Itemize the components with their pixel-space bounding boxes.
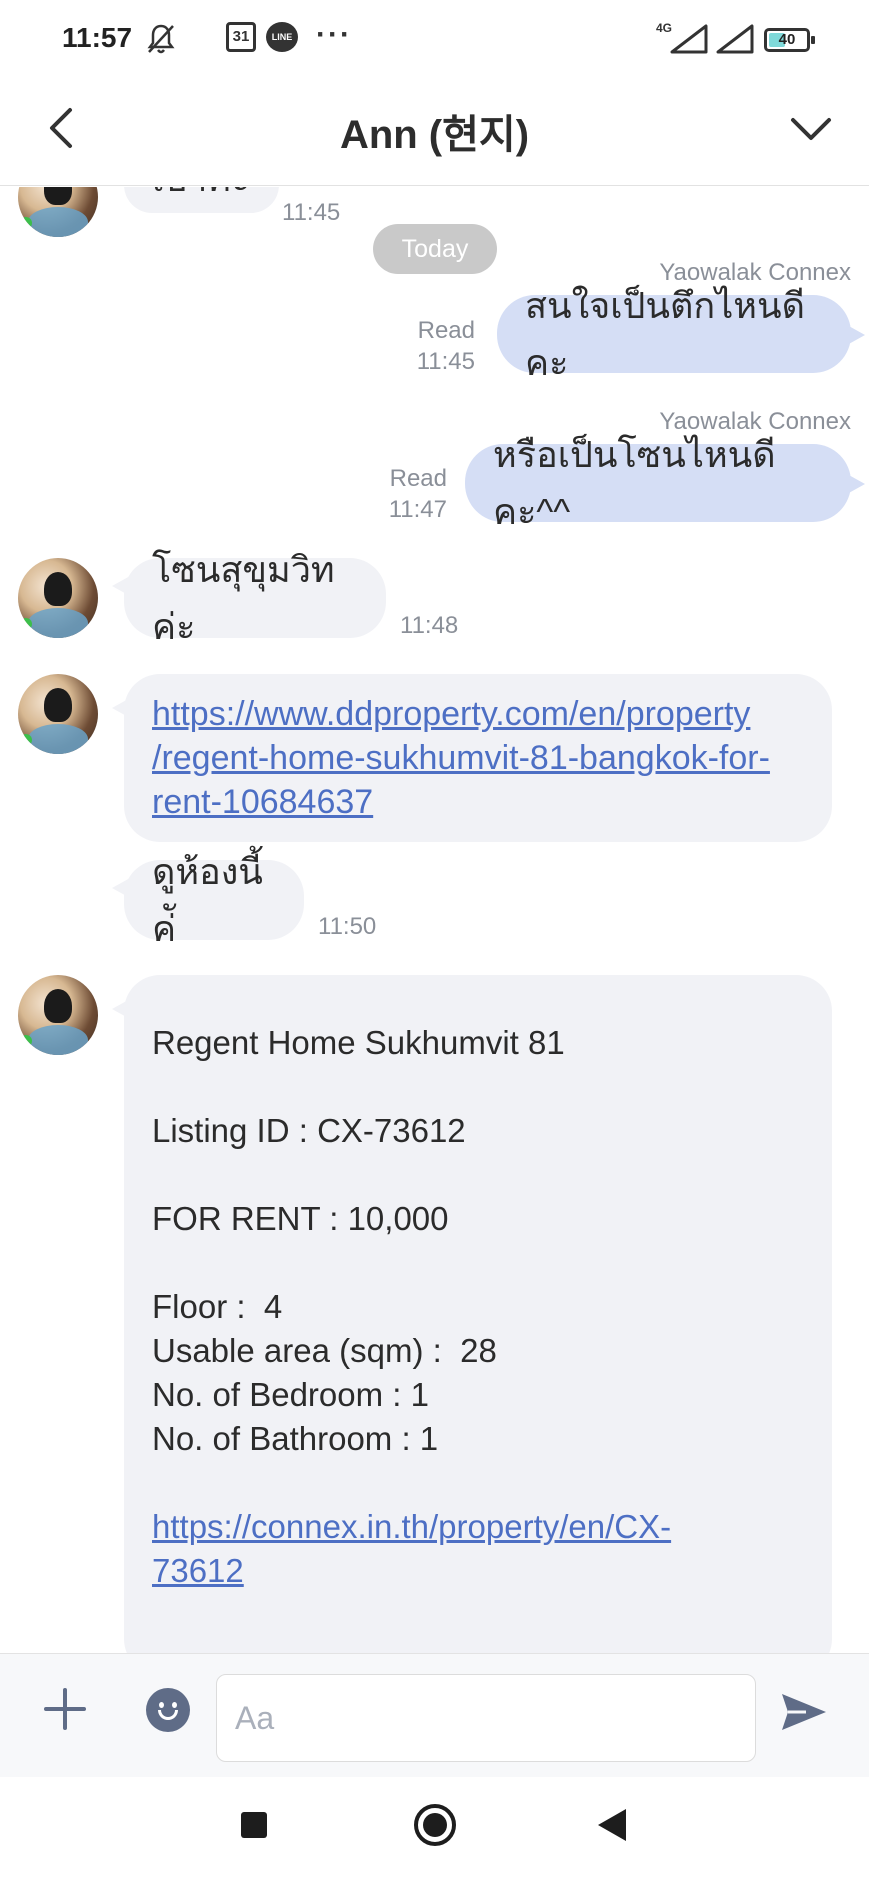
message-time: 11:45 xyxy=(282,199,341,226)
battery-icon: 40 xyxy=(764,28,815,52)
message-time: 11:47 xyxy=(388,496,447,523)
listing-bathroom: No. of Bathroom : 1 xyxy=(152,1420,439,1457)
avatar[interactable] xyxy=(18,187,98,237)
property-link[interactable]: https://www.ddproperty.com/en/property /… xyxy=(152,692,804,824)
status-time: 11:57 xyxy=(62,22,133,53)
message-list[interactable]: เบาค่ะ 11:45 Today Yaowalak Connex Read … xyxy=(0,187,869,1653)
online-dot xyxy=(20,734,32,746)
line-app-icon: LINE xyxy=(266,22,298,52)
plus-icon[interactable] xyxy=(40,1684,90,1734)
listing-price: FOR RENT : 10,000 xyxy=(152,1200,449,1237)
avatar[interactable] xyxy=(18,975,98,1055)
online-dot xyxy=(20,1035,32,1047)
send-icon[interactable] xyxy=(780,1690,828,1734)
message-bubble-link[interactable]: https://www.ddproperty.com/en/property /… xyxy=(112,674,832,842)
listing-floor: Floor : 4 xyxy=(152,1288,283,1325)
listing-name: Regent Home Sukhumvit 81 xyxy=(152,1024,565,1061)
listing-area: Usable area (sqm) : 28 xyxy=(152,1332,497,1369)
nav-back-icon[interactable] xyxy=(598,1809,626,1841)
link-line: https://www.ddproperty.com/en/property xyxy=(152,695,751,733)
more-notifications-icon: ··· xyxy=(316,18,352,51)
listing-card-bubble[interactable]: Regent Home Sukhumvit 81 Listing ID : CX… xyxy=(112,975,832,1653)
message-input[interactable] xyxy=(216,1674,756,1762)
link-line: 73612 xyxy=(152,1552,244,1589)
read-receipt: Read 11:45 xyxy=(417,315,475,377)
message-bubble-outgoing[interactable]: สนใจเป็นตึกไหนดีคะ xyxy=(497,285,865,383)
listing-link[interactable]: https://connex.in.th/property/en/CX- 736… xyxy=(152,1505,804,1593)
message-time: 11:45 xyxy=(416,348,475,375)
read-label: Read xyxy=(417,317,475,344)
battery-level: 40 xyxy=(778,31,796,48)
listing-id: Listing ID : CX-73612 xyxy=(152,1112,466,1149)
message-text: หรือเป็นโซนไหนดีคะ^^ xyxy=(493,434,776,532)
message-text: ดูห้องนี้ค่ั xyxy=(152,851,263,949)
chevron-down-icon[interactable] xyxy=(781,100,841,156)
link-line: https://connex.in.th/property/en/CX- xyxy=(152,1508,672,1545)
bell-off-icon xyxy=(147,24,175,54)
message-text: สนใจเป็นตึกไหนดีคะ xyxy=(525,285,806,383)
system-nav-bar xyxy=(0,1777,869,1883)
link-line: rent-10684637 xyxy=(152,783,374,821)
emoji-icon[interactable] xyxy=(146,1688,190,1732)
chat-header: Ann (현지) xyxy=(0,78,869,186)
status-bar: 11:57 31 LINE ··· 4G 40 xyxy=(0,0,869,78)
online-dot xyxy=(20,618,32,630)
read-label: Read xyxy=(389,465,447,492)
message-text: โซนสุขุมวิทค่ะ xyxy=(152,549,335,647)
home-icon[interactable] xyxy=(414,1804,456,1846)
message-time: 11:50 xyxy=(318,913,377,940)
recent-apps-icon[interactable] xyxy=(241,1812,267,1838)
calendar-icon: 31 xyxy=(226,22,256,52)
message-bubble-outgoing[interactable]: หรือเป็นโซนไหนดีคะ^^ xyxy=(465,434,865,532)
avatar[interactable] xyxy=(18,558,98,638)
message-bubble-incoming[interactable]: ดูห้องนี้ค่ั xyxy=(112,851,304,949)
read-receipt: Read 11:47 xyxy=(389,463,447,525)
message-time: 11:48 xyxy=(400,612,459,639)
listing-bedroom: No. of Bedroom : 1 xyxy=(152,1376,429,1413)
message-input-bar xyxy=(0,1653,869,1777)
link-line: /regent-home-sukhumvit-81-bangkok-for- xyxy=(152,739,770,777)
message-text: เบาค่ะ xyxy=(152,187,251,207)
online-dot xyxy=(20,217,32,229)
chat-title[interactable]: Ann (현지) xyxy=(0,102,869,160)
date-separator: Today xyxy=(373,224,497,274)
signal-icon xyxy=(670,24,708,54)
signal-icon xyxy=(716,24,754,54)
message-bubble-incoming[interactable]: เบาค่ะ xyxy=(124,187,279,213)
message-bubble-incoming[interactable]: โซนสุขุมวิทค่ะ xyxy=(112,549,386,647)
avatar[interactable] xyxy=(18,674,98,754)
